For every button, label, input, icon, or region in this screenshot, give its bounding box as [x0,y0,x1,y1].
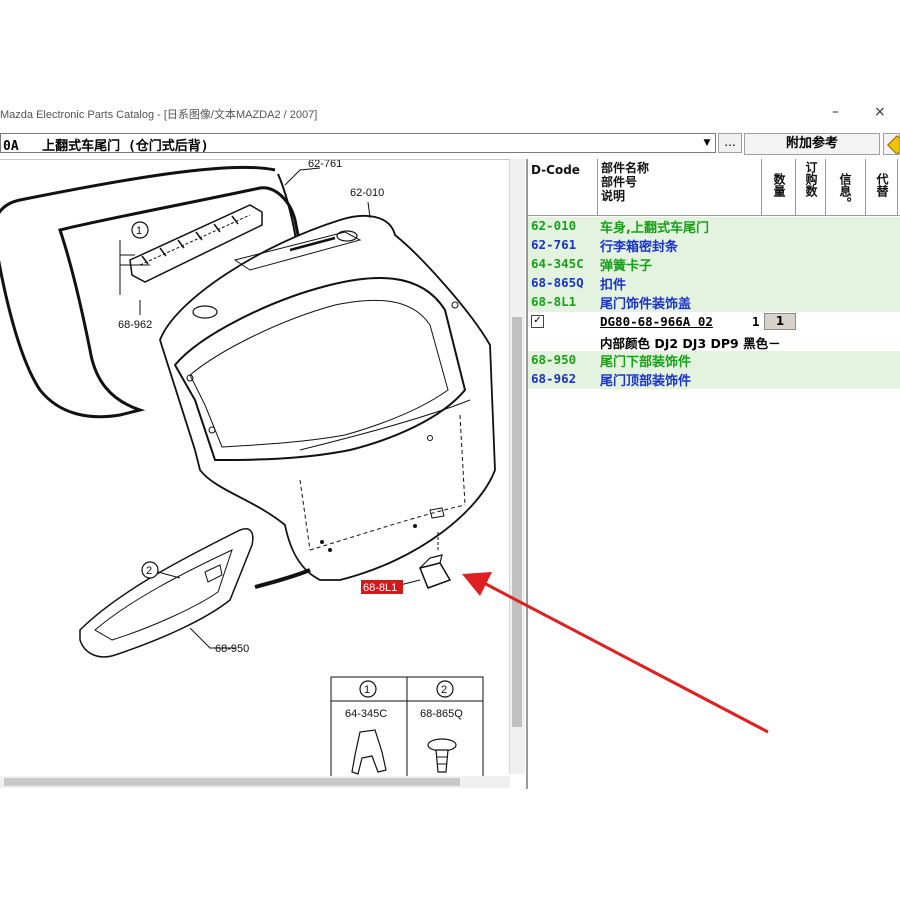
annotation-arrow [462,572,769,734]
